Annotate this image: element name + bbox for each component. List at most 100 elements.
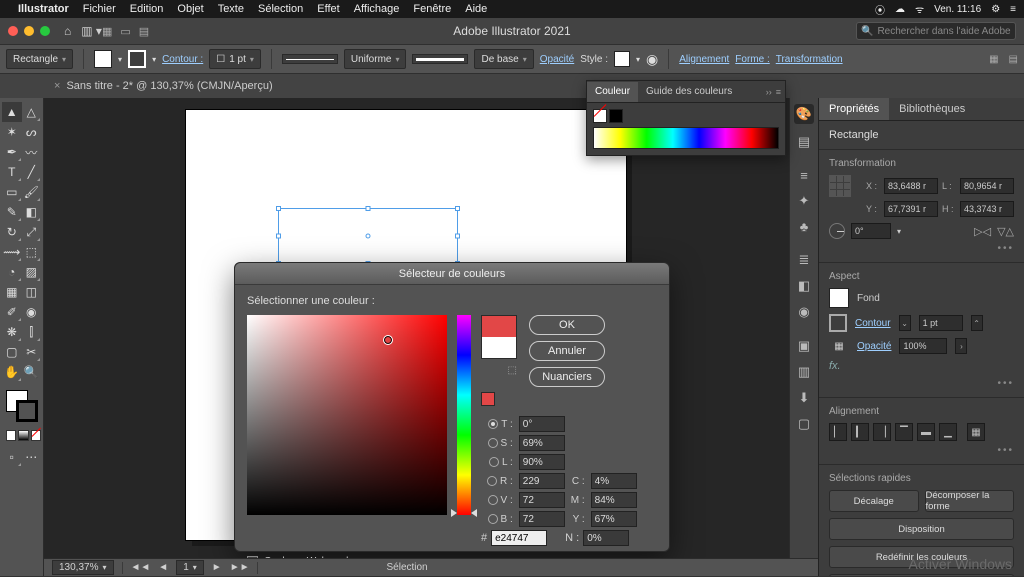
- blend-tool[interactable]: ◉: [22, 302, 42, 322]
- symbol-sprayer-tool[interactable]: ❋: [2, 322, 22, 342]
- appearance-panel-icon[interactable]: ◉: [798, 304, 809, 320]
- artboard-tool[interactable]: ▢: [2, 342, 22, 362]
- lasso-tool[interactable]: ᔕ: [22, 122, 42, 142]
- artboard-next1[interactable]: ►: [212, 562, 222, 573]
- edit-icon[interactable]: ▤: [1009, 54, 1018, 65]
- rectangle-tool[interactable]: ▭: [2, 182, 22, 202]
- stroke-panel-icon[interactable]: ♣: [800, 219, 809, 234]
- menu-extra-icon[interactable]: ≡: [1010, 4, 1016, 15]
- type-tool[interactable]: T: [2, 162, 22, 182]
- radio-s[interactable]: [488, 438, 498, 448]
- menu-effect[interactable]: Effet: [317, 3, 339, 15]
- selected-rectangle[interactable]: [278, 208, 458, 264]
- radio-r[interactable]: [487, 476, 497, 486]
- menu-help[interactable]: Aide: [465, 3, 487, 15]
- field-c[interactable]: [591, 473, 637, 489]
- isolate-icon[interactable]: ▦: [989, 54, 998, 65]
- menu-selection[interactable]: Sélection: [258, 3, 303, 15]
- field-t[interactable]: [519, 416, 565, 432]
- stroke-label[interactable]: Contour: [855, 318, 891, 329]
- direct-selection-tool[interactable]: △: [22, 102, 42, 122]
- paintbrush-tool[interactable]: 🖌: [22, 182, 42, 202]
- spotlight-icon[interactable]: ⚙: [991, 4, 1000, 15]
- tab-color[interactable]: Couleur: [587, 82, 638, 102]
- artboards-panel-icon[interactable]: ▢: [798, 416, 810, 432]
- curvature-tool[interactable]: 〰: [22, 142, 42, 162]
- asset-export-panel-icon[interactable]: ⬇: [799, 390, 810, 406]
- scale-tool[interactable]: ⤢: [22, 222, 42, 242]
- align-top[interactable]: ▔: [895, 423, 913, 441]
- field-r[interactable]: [519, 473, 565, 489]
- style-swatch[interactable]: [614, 51, 630, 67]
- recolor-icon[interactable]: ◉: [646, 51, 658, 68]
- swatches-panel-icon[interactable]: ▤: [798, 134, 810, 150]
- stroke-profile-select[interactable]: Uniforme▾: [344, 49, 407, 69]
- tab-color-guide[interactable]: Guide des couleurs: [638, 82, 740, 101]
- transparency-panel-icon[interactable]: ◧: [798, 278, 810, 294]
- stroke-weight-value[interactable]: [919, 315, 963, 331]
- fx-button[interactable]: fx.: [829, 360, 841, 372]
- panel-collapse-icon[interactable]: ››: [766, 87, 772, 97]
- radio-t[interactable]: [488, 419, 498, 429]
- mesh-tool[interactable]: ▦: [2, 282, 22, 302]
- quick-arrange[interactable]: Disposition: [829, 518, 1014, 540]
- opacity-value[interactable]: [899, 338, 947, 354]
- home-button[interactable]: ⌂: [64, 24, 71, 38]
- layers-panel-icon[interactable]: ▥: [798, 364, 810, 380]
- align-link[interactable]: Alignement: [679, 54, 729, 65]
- zoom-tool[interactable]: 🔍: [22, 362, 42, 382]
- radio-b[interactable]: [488, 514, 498, 524]
- gradient-tool[interactable]: ◫: [22, 282, 42, 302]
- swatches-button[interactable]: Nuanciers: [529, 367, 605, 387]
- edit-toolbar[interactable]: ⋯: [22, 447, 42, 467]
- field-hex[interactable]: [491, 530, 547, 546]
- transform-w[interactable]: [960, 178, 1014, 194]
- radio-v[interactable]: [488, 495, 498, 505]
- menu-window[interactable]: Fenêtre: [413, 3, 451, 15]
- width-tool[interactable]: ⟿: [2, 242, 22, 262]
- menu-edit[interactable]: Edition: [130, 3, 164, 15]
- transform-h[interactable]: [960, 201, 1014, 217]
- color-spectrum[interactable]: [593, 127, 779, 149]
- rotate-value[interactable]: [851, 223, 891, 239]
- align-hcenter[interactable]: ▎: [851, 423, 869, 441]
- field-n[interactable]: [583, 530, 629, 546]
- color-mode-solid[interactable]: [6, 430, 16, 441]
- arrange-documents-icon[interactable]: ▦: [102, 25, 112, 38]
- artboard-prev[interactable]: ◄◄: [131, 562, 151, 573]
- line-tool[interactable]: ╱: [22, 162, 42, 182]
- align-to[interactable]: ▦: [967, 423, 985, 441]
- align-right[interactable]: ▕: [873, 423, 891, 441]
- fill-swatch-prop[interactable]: [829, 288, 849, 308]
- symbols-panel-icon[interactable]: ✦: [799, 193, 810, 209]
- field-m[interactable]: [591, 492, 637, 508]
- stroke-color[interactable]: [16, 400, 38, 422]
- window-minimize-button[interactable]: [24, 26, 34, 36]
- opacity-link[interactable]: Opacité: [540, 54, 574, 65]
- fill-swatch[interactable]: [94, 50, 112, 68]
- tab-properties[interactable]: Propriétés: [819, 98, 889, 120]
- transform-y[interactable]: [884, 201, 938, 217]
- color-mode-gradient[interactable]: [18, 430, 28, 441]
- hand-tool[interactable]: ✋: [2, 362, 22, 382]
- stroke-weight-dec[interactable]: ⌄: [899, 315, 911, 331]
- help-search-field[interactable]: 🔍 Rechercher dans l'aide Adobe: [856, 22, 1016, 40]
- opacity-caret[interactable]: ›: [955, 338, 967, 354]
- quick-expand[interactable]: Décomposer la forme: [925, 490, 1015, 512]
- menu-file[interactable]: Fichier: [83, 3, 116, 15]
- opacity-label[interactable]: Opacité: [857, 341, 891, 352]
- transform-more[interactable]: •••: [997, 243, 1014, 254]
- align-more[interactable]: •••: [997, 445, 1014, 456]
- menu-text[interactable]: Texte: [218, 3, 244, 15]
- shape-builder-tool[interactable]: ◔: [2, 262, 22, 282]
- shape-link[interactable]: Forme :: [735, 54, 769, 65]
- rotate-tool[interactable]: ↻: [2, 222, 22, 242]
- panel-menu-icon[interactable]: ≡: [776, 87, 781, 97]
- transform-x[interactable]: [884, 178, 938, 194]
- stroke-label-link[interactable]: Contour :: [162, 54, 203, 65]
- app-menu[interactable]: Illustrator: [18, 3, 69, 15]
- graphic-styles-panel-icon[interactable]: ▣: [798, 338, 810, 354]
- selection-tool[interactable]: ▲: [2, 102, 22, 122]
- flip-v-icon[interactable]: ▽△: [997, 225, 1014, 238]
- reference-point[interactable]: [829, 175, 851, 197]
